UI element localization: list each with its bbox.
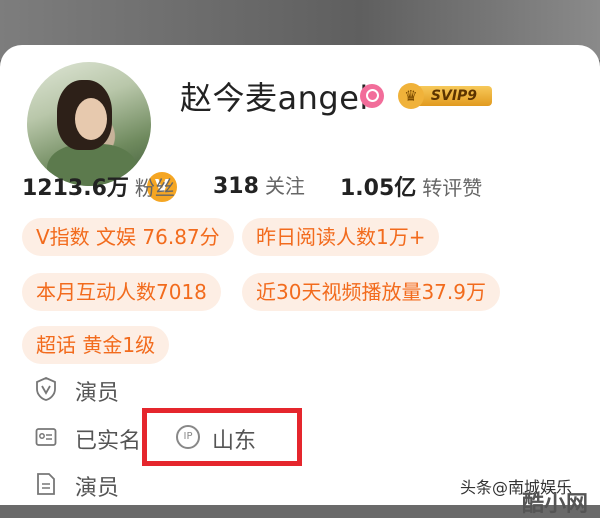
tag-super-topic[interactable]: 超话 黄金1级 (22, 326, 170, 364)
stat-label: 粉丝 (134, 176, 175, 200)
svip-badge[interactable]: SVIP9 ♛ (398, 83, 492, 109)
v-shield-icon (36, 377, 56, 401)
svip-label: SVIP9 (416, 86, 492, 106)
id-card-icon (35, 428, 57, 446)
stat-value: 1213.6万 (22, 176, 129, 201)
stat-value: 1.05亿 (340, 176, 417, 201)
tag-monthly-interactions[interactable]: 本月互动人数7018 (22, 273, 221, 311)
stat-following[interactable]: 318 关注 (213, 170, 305, 199)
tag-v-index[interactable]: V指数 文娱 76.87分 (22, 218, 234, 256)
info-text: 已实名 (75, 429, 142, 454)
tag-video-plays[interactable]: 近30天视频播放量37.9万 (242, 273, 500, 311)
stat-value: 318 (213, 174, 259, 199)
ip-location-text: 山东 (212, 429, 257, 454)
tag-yesterday-readers[interactable]: 昨日阅读人数1万+ (242, 218, 440, 256)
search-circle-icon[interactable] (360, 84, 384, 108)
stat-likes[interactable]: 1.05亿 转评赞 (340, 170, 482, 202)
stat-followers[interactable]: 1213.6万 粉丝 (22, 170, 175, 202)
stat-label: 转评赞 (422, 176, 483, 200)
document-icon (37, 473, 55, 495)
avatar[interactable] (27, 62, 151, 186)
user-name: 赵今麦angel (180, 79, 369, 117)
watermark-corner: 酷小网 (522, 492, 589, 517)
crown-icon: ♛ (398, 83, 424, 109)
avatar-face (75, 98, 107, 140)
stat-label: 关注 (264, 174, 305, 198)
ip-icon: IP (176, 425, 200, 449)
info-text: 演员 (75, 381, 120, 406)
info-text: 演员 (75, 476, 120, 501)
